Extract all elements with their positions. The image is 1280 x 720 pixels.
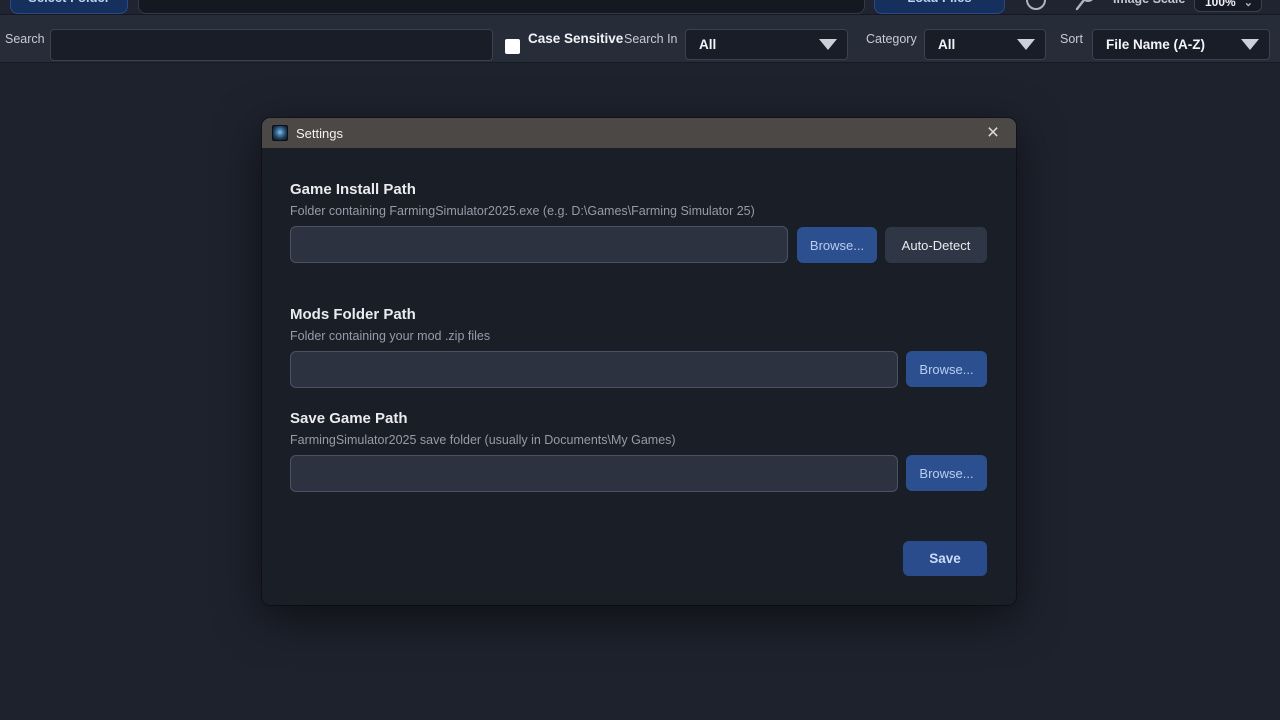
- game-install-path-input[interactable]: [290, 226, 788, 263]
- filter-toolbar: Search Case Sensitive Search In All Cate…: [0, 14, 1280, 63]
- search-input[interactable]: [50, 29, 493, 61]
- search-label: Search: [5, 32, 45, 46]
- dialog-title: Settings: [296, 126, 343, 141]
- dialog-titlebar[interactable]: Settings ×: [262, 118, 1016, 148]
- sort-value: File Name (A-Z): [1106, 37, 1205, 52]
- auto-detect-button[interactable]: Auto-Detect: [885, 227, 987, 263]
- category-value: All: [938, 37, 955, 52]
- gear-icon[interactable]: [1026, 0, 1046, 10]
- category-dropdown[interactable]: All: [924, 29, 1046, 60]
- sort-dropdown[interactable]: File Name (A-Z): [1092, 29, 1270, 60]
- settings-dialog: Settings × Game Install Path Folder cont…: [262, 118, 1016, 605]
- image-scale-label: Image Scale: [1113, 0, 1185, 6]
- app-window: Select Folder Load Files Image Scale 100…: [0, 0, 1280, 720]
- top-toolbar: Select Folder Load Files Image Scale 100…: [0, 0, 1280, 14]
- save-game-browse-button[interactable]: Browse...: [906, 455, 987, 491]
- save-game-path-input[interactable]: [290, 455, 898, 492]
- load-files-button[interactable]: Load Files: [874, 0, 1005, 14]
- mods-folder-path-heading: Mods Folder Path: [290, 306, 416, 323]
- image-scale-dropdown[interactable]: 100% ⌄: [1194, 0, 1262, 12]
- mods-folder-path-description: Folder containing your mod .zip files: [290, 329, 490, 343]
- case-sensitive-checkbox[interactable]: [505, 39, 520, 54]
- chevron-down-icon: ⌄: [1244, 0, 1253, 9]
- close-icon[interactable]: ×: [980, 120, 1006, 146]
- save-button[interactable]: Save: [903, 541, 987, 576]
- search-in-dropdown[interactable]: All: [685, 29, 848, 60]
- chevron-down-icon: [1017, 39, 1035, 50]
- sort-label: Sort: [1060, 32, 1083, 46]
- game-install-browse-button[interactable]: Browse...: [797, 227, 877, 263]
- case-sensitive-label: Case Sensitive: [528, 31, 623, 46]
- chevron-down-icon: [819, 39, 837, 50]
- save-game-path-description: FarmingSimulator2025 save folder (usuall…: [290, 433, 676, 447]
- chevron-down-icon: [1241, 39, 1259, 50]
- image-scale-value: 100%: [1205, 0, 1236, 9]
- game-install-path-heading: Game Install Path: [290, 181, 416, 198]
- magnifier-icon[interactable]: [1074, 0, 1096, 12]
- mods-folder-browse-button[interactable]: Browse...: [906, 351, 987, 387]
- save-game-path-heading: Save Game Path: [290, 410, 408, 427]
- select-folder-button[interactable]: Select Folder: [10, 0, 128, 14]
- app-logo-icon: [272, 125, 288, 141]
- mods-folder-path-input[interactable]: [290, 351, 898, 388]
- category-label: Category: [866, 32, 917, 46]
- search-in-value: All: [699, 37, 716, 52]
- game-install-path-description: Folder containing FarmingSimulator2025.e…: [290, 204, 755, 218]
- search-in-label: Search In: [624, 32, 678, 46]
- folder-path-input[interactable]: [138, 0, 865, 14]
